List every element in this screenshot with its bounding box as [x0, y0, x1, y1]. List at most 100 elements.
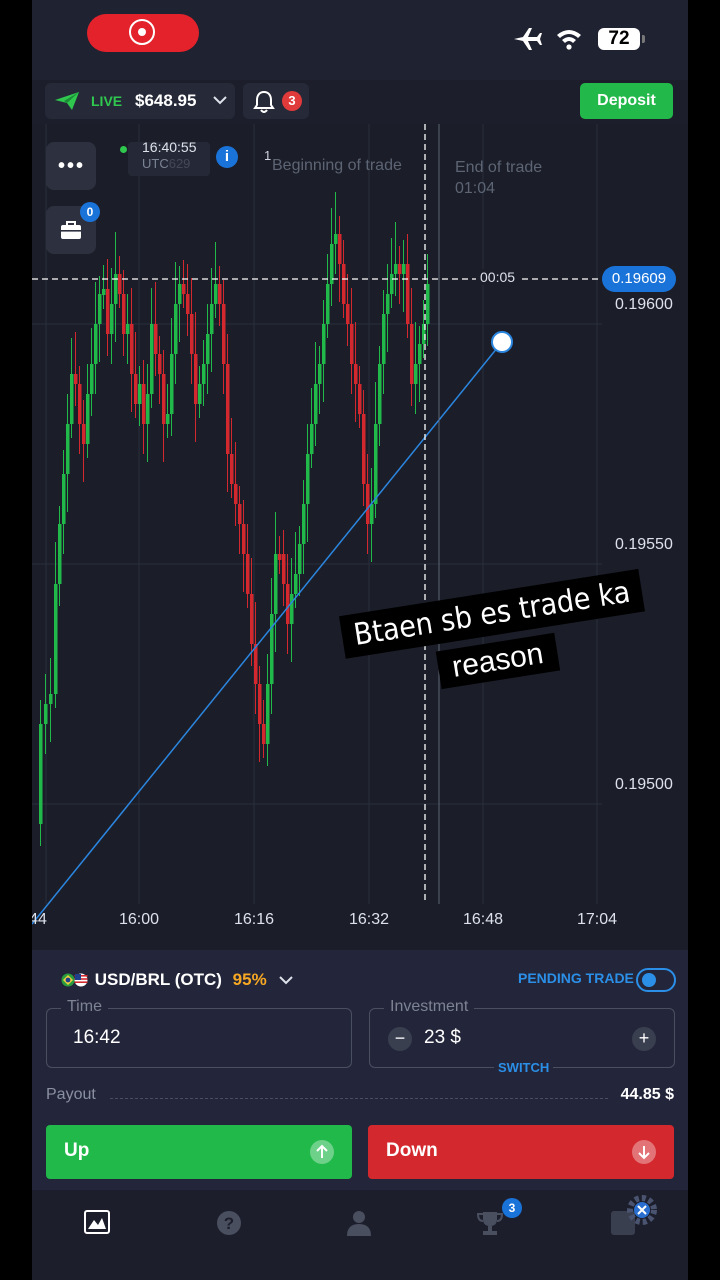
candle-body [44, 704, 48, 724]
candle-body [342, 264, 346, 304]
candle-countdown: 00:05 [476, 269, 520, 285]
candle-body [186, 294, 190, 314]
candle-body [414, 364, 418, 384]
candle-body [418, 344, 422, 364]
trade-panel: USD/BRL (OTC) 95% PENDING TRADE Time 16:… [32, 950, 688, 1190]
arrow-down-icon [632, 1140, 656, 1164]
candle-body [358, 384, 362, 414]
candle-body [354, 364, 358, 384]
x-tick-label: 16:00 [118, 911, 160, 928]
x-tick-label: 44 [32, 911, 47, 928]
candle-body [314, 384, 318, 424]
candle-body [302, 504, 306, 544]
portfolio-button[interactable]: 0 [46, 202, 100, 254]
candle-body [98, 294, 102, 324]
minus-button[interactable]: − [388, 1027, 412, 1051]
price-chart[interactable]: ••• 0 16:40:55 UTC629 i 1 Beginning of t… [32, 124, 688, 950]
end-of-trade-label: End of trade 01:04 [455, 159, 543, 197]
pending-trade-label: PENDING TRADE [518, 970, 634, 986]
candle-body [78, 384, 82, 424]
x-tick-label: 16:16 [233, 911, 275, 928]
account-balance: $648.95 [135, 91, 197, 110]
deposit-button[interactable]: Deposit [580, 83, 673, 119]
help-icon[interactable]: ? [216, 1210, 242, 1236]
chart-tab-icon[interactable] [84, 1210, 110, 1234]
wifi-icon [557, 30, 581, 50]
candle-body [230, 454, 234, 484]
candle-body [214, 284, 218, 304]
candle-body [282, 554, 286, 584]
time-value: 16:42 [73, 1027, 121, 1048]
info-icon[interactable]: i [216, 146, 238, 168]
online-dot [120, 146, 127, 153]
candle-body [250, 594, 254, 644]
candle-body [66, 424, 70, 474]
candle-body [254, 644, 258, 684]
candle-body [266, 684, 270, 744]
down-button[interactable]: Down [368, 1125, 674, 1179]
beginning-of-trade-label: Beginning of trade [272, 157, 402, 174]
profile-icon[interactable] [346, 1210, 372, 1236]
y-tick-label: 0.19550 [615, 536, 673, 553]
portfolio-badge: 0 [80, 202, 100, 222]
asset-selector[interactable]: USD/BRL (OTC) 95% [60, 970, 294, 990]
candle-body [70, 374, 74, 424]
time-field[interactable]: Time 16:42 [46, 998, 352, 1068]
current-price-tag: 0.19609 [602, 266, 676, 292]
investment-label: Investment [384, 998, 475, 1016]
candle-body [350, 324, 354, 364]
gear-icon[interactable] [622, 1190, 662, 1230]
battery-indicator: 72 [598, 28, 645, 50]
candle-body [102, 289, 106, 295]
candle-body [386, 294, 390, 314]
candle-body [110, 304, 114, 334]
candle-body [138, 384, 142, 404]
x-tick-label: 16:32 [348, 911, 390, 928]
candle-body [162, 374, 166, 424]
candle-body [362, 414, 366, 484]
candle-body [58, 524, 62, 584]
up-button[interactable]: Up [46, 1125, 352, 1179]
switch-button[interactable]: SWITCH [494, 1060, 554, 1075]
svg-text:?: ? [224, 1214, 234, 1233]
usd-brl-flags-icon [61, 973, 88, 987]
candle-body [106, 289, 110, 334]
candle-body [82, 424, 86, 444]
candle-body [49, 694, 53, 704]
chart-menu-button[interactable]: ••• [46, 142, 96, 190]
y-tick-label: 0.19500 [615, 776, 673, 793]
investment-field[interactable]: Investment − 23 $ + [369, 998, 675, 1068]
candle-body [326, 284, 330, 324]
candle-body [406, 264, 410, 324]
candle-body [390, 274, 394, 294]
notifications-button[interactable]: 3 [243, 83, 309, 119]
candle-body [118, 274, 122, 294]
candle-body [338, 234, 342, 264]
candle-body [218, 284, 222, 304]
bottom-navigation: ? 3 [32, 1190, 688, 1280]
candle-body [210, 304, 214, 334]
candle-body [322, 324, 326, 364]
more-dots-icon: ••• [58, 155, 86, 177]
candle-body [182, 284, 186, 294]
x-tick-label: 16:48 [462, 911, 504, 928]
candle-body [150, 324, 154, 394]
plus-button[interactable]: + [632, 1027, 656, 1051]
candle-body [122, 294, 126, 334]
candle-body [74, 374, 78, 384]
payout-label: Payout [46, 1086, 96, 1103]
screen-recording-indicator[interactable] [87, 14, 199, 52]
candle-body [134, 374, 138, 404]
candle-body [274, 554, 278, 614]
trophy-icon[interactable] [476, 1210, 504, 1236]
bell-icon [253, 90, 275, 113]
candle-body [142, 384, 146, 424]
pending-trade-toggle[interactable] [636, 968, 676, 992]
time-label: Time [61, 998, 108, 1016]
candle-body [286, 584, 290, 624]
candle-body [346, 304, 350, 324]
account-selector[interactable]: LIVE $648.95 [45, 83, 235, 119]
candle-body [198, 384, 202, 404]
candlestick-chart[interactable] [32, 124, 688, 950]
candle-body [298, 544, 302, 574]
